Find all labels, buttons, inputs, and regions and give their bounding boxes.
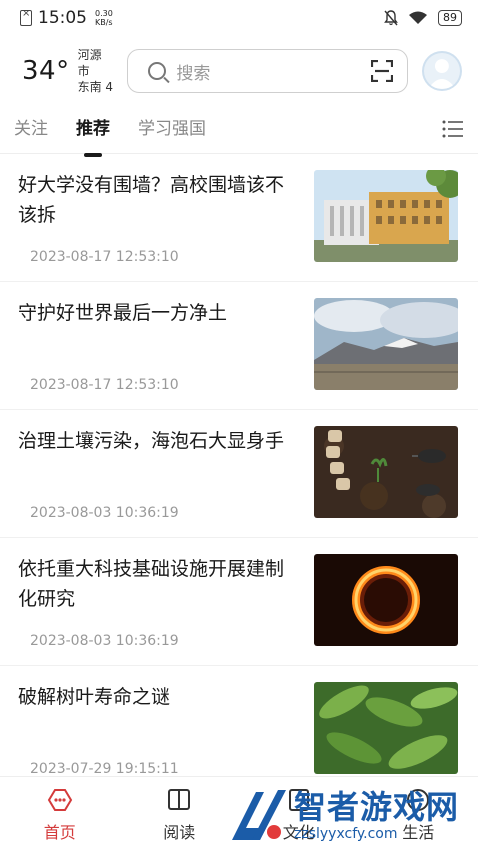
temperature: 34° xyxy=(22,56,70,86)
bell-muted-icon xyxy=(384,10,398,26)
news-title: 守护好世界最后一方净土 xyxy=(18,302,228,324)
site-watermark: 智者游戏网 zzslyyxcfy.com xyxy=(226,782,478,850)
news-item[interactable]: 好大学没有围墙？高校围墙该不该拆 2023-08-17 12:53:10 xyxy=(0,154,478,282)
green-leaves-image xyxy=(314,682,458,774)
news-time: 2023-08-17 12:53:10 xyxy=(30,249,179,265)
wind-info: 东南 4 xyxy=(77,80,114,94)
watermark-url: zzslyyxcfy.com xyxy=(294,826,398,842)
news-item[interactable]: 守护好世界最后一方净土 2023-08-17 12:53:10 xyxy=(0,282,478,410)
city-name: 河源市 xyxy=(77,48,102,78)
tab-xuexi[interactable]: 学习强国 xyxy=(138,114,206,143)
nav-read[interactable]: 阅读 xyxy=(120,777,240,850)
battery-indicator: 89 xyxy=(438,10,462,26)
avatar[interactable] xyxy=(422,51,462,91)
nav-home-label: 首页 xyxy=(43,823,76,842)
status-bar: 15:05 0.30 KB/s 89 xyxy=(0,0,478,36)
network-speed: 0.30 KB/s xyxy=(95,9,113,27)
watermark-title: 智者游戏网 xyxy=(294,788,460,826)
channel-tabs: 关注 推荐 学习强国 xyxy=(0,104,478,154)
news-time: 2023-08-17 12:53:10 xyxy=(30,377,179,393)
channel-menu-icon[interactable] xyxy=(442,120,464,138)
news-item[interactable]: 依托重大科技基础设施开展建制化研究 2023-08-03 10:36:19 xyxy=(0,538,478,666)
home-icon xyxy=(47,789,72,811)
wifi-icon xyxy=(409,11,427,24)
news-feed: 好大学没有围墙？高校围墙该不该拆 2023-08-17 12:53:10 守护好… xyxy=(0,154,478,794)
nav-home[interactable]: 首页 xyxy=(0,777,120,850)
news-time: 2023-08-03 10:36:19 xyxy=(30,505,179,521)
news-title: 依托重大科技基础设施开展建制化研究 xyxy=(18,558,285,610)
nav-read-label: 阅读 xyxy=(163,823,196,842)
news-title: 好大学没有围墙？高校围墙该不该拆 xyxy=(18,174,285,226)
tab-follow[interactable]: 关注 xyxy=(14,114,48,143)
user-icon xyxy=(428,59,457,89)
no-sim-icon xyxy=(20,8,32,26)
news-item[interactable]: 破解树叶寿命之谜 2023-07-29 19:15:11 xyxy=(0,666,478,794)
campus-building-image xyxy=(314,170,458,262)
tab-recommend[interactable]: 推荐 xyxy=(76,114,110,143)
news-time: 2023-08-03 10:36:19 xyxy=(30,633,179,649)
news-time: 2023-07-29 19:15:11 xyxy=(30,761,179,777)
soil-gardening-image xyxy=(314,426,458,518)
search-bar[interactable]: 搜索 xyxy=(127,49,409,93)
book-icon xyxy=(168,789,191,810)
scan-icon[interactable] xyxy=(371,60,394,82)
mountain-landscape-image xyxy=(314,298,458,390)
search-icon xyxy=(148,62,167,80)
news-title: 治理土壤污染，海泡石大显身手 xyxy=(18,430,285,452)
weather-info[interactable]: 河源市 东南 4 xyxy=(78,47,114,95)
watermark-logo xyxy=(232,790,286,840)
solar-ring-image xyxy=(314,554,458,646)
status-time: 15:05 xyxy=(38,8,87,28)
search-input[interactable]: 搜索 xyxy=(176,59,210,84)
app-header: 34° 河源市 东南 4 搜索 xyxy=(0,42,478,100)
news-item[interactable]: 治理土壤污染，海泡石大显身手 2023-08-03 10:36:19 xyxy=(0,410,478,538)
news-title: 破解树叶寿命之谜 xyxy=(18,686,171,708)
